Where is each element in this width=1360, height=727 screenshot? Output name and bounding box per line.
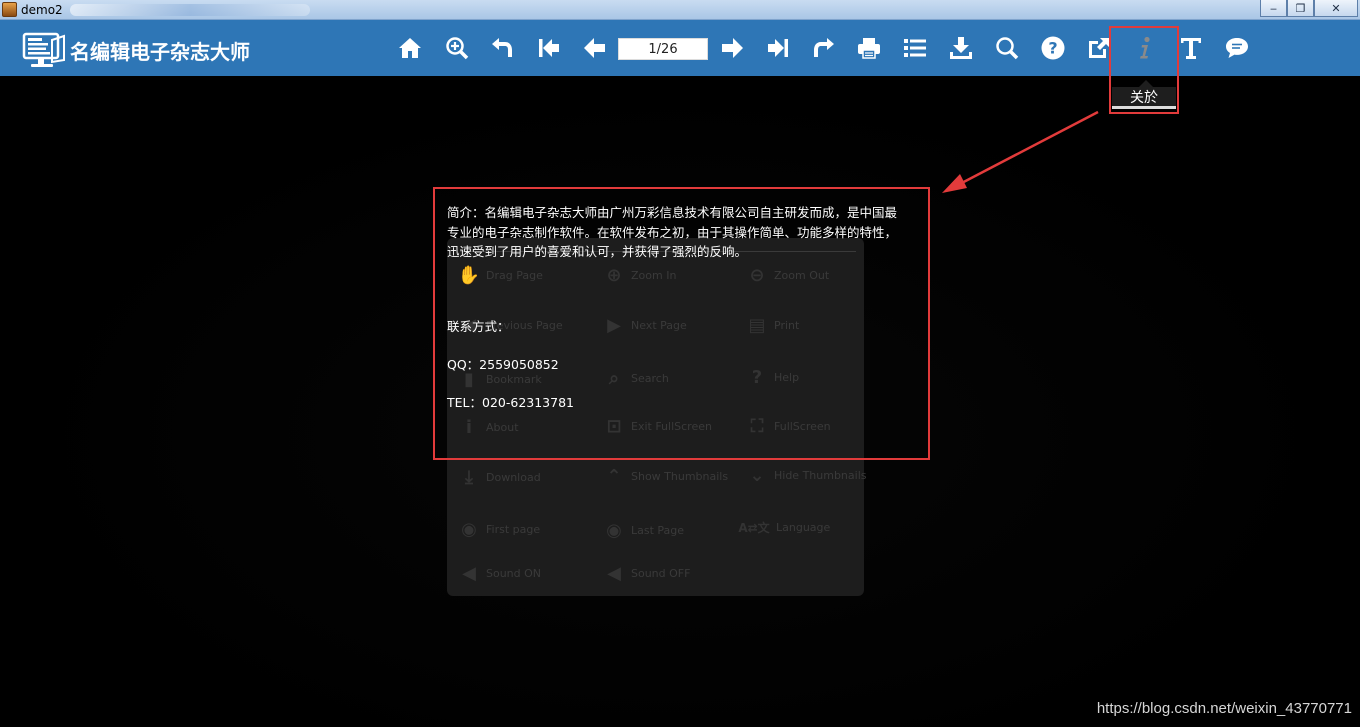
watermark: https://blog.csdn.net/weixin_43770771	[1096, 700, 1352, 717]
comment-icon	[1226, 38, 1248, 58]
help-item-hide-thumbnails: ⌄ Hide Thumbnails	[746, 464, 866, 486]
help-button[interactable]: ?	[1037, 32, 1069, 64]
next-page-button[interactable]	[716, 32, 748, 64]
comment-button[interactable]	[1221, 32, 1253, 64]
undo-button[interactable]	[487, 32, 519, 64]
about-qq: QQ：2559050852	[447, 357, 559, 372]
zoom-in-button[interactable]	[441, 32, 473, 64]
search-icon	[996, 37, 1019, 60]
minimize-button[interactable]: ‒	[1260, 0, 1287, 17]
share-icon	[814, 38, 834, 57]
undo-icon	[492, 38, 512, 57]
arrow-left-icon	[584, 38, 605, 58]
app-icon	[2, 2, 17, 17]
help-item-show-thumbnails: ⌃ Show Thumbnails	[603, 465, 728, 487]
help-item-last-page: ◉ Last Page	[603, 519, 684, 541]
monitor-logo-icon	[22, 32, 68, 72]
download-icon: ⤓	[465, 466, 473, 488]
logo-text: 名编辑电子杂志大师	[70, 40, 250, 64]
help-item-first-page: ◉ First page	[458, 518, 540, 540]
annotation-arrow-icon	[942, 110, 1099, 193]
help-icon: ?	[1041, 36, 1065, 60]
window-title: demo2	[21, 3, 63, 17]
last-page-icon: ◉	[606, 519, 622, 541]
list-icon	[904, 39, 926, 57]
search-button[interactable]	[991, 32, 1023, 64]
about-tel: TEL：020-62313781	[447, 395, 574, 410]
page-number-input[interactable]	[618, 38, 708, 60]
logo: 名编辑电子杂志大师	[22, 32, 250, 72]
arrow-right-icon	[722, 38, 743, 58]
restore-button[interactable]: ❐	[1287, 0, 1314, 17]
language-icon: A⇄文	[738, 520, 770, 535]
title-bar: demo2 ‒ ❐ ✕	[0, 0, 1360, 20]
help-item-sound-off: ◀ Sound OFF	[603, 562, 690, 584]
print-button[interactable]	[853, 32, 885, 64]
download-button[interactable]	[945, 32, 977, 64]
first-page-button[interactable]	[533, 32, 565, 64]
about-intro-text: 简介：名编辑电子杂志大师由广州万彩信息技术有限公司自主研发而成，是中国最专业的电…	[447, 205, 898, 259]
chevron-down-icon: ⌄	[749, 464, 765, 486]
last-page-button[interactable]	[762, 32, 794, 64]
close-button[interactable]: ✕	[1314, 0, 1358, 17]
speaker-on-icon: ◀	[462, 562, 476, 584]
speaker-off-icon: ◀	[607, 562, 621, 584]
last-page-icon	[768, 39, 788, 57]
text-button[interactable]	[1175, 32, 1207, 64]
list-button[interactable]	[899, 32, 931, 64]
blurred-title-area	[70, 4, 310, 16]
share-button[interactable]	[807, 32, 839, 64]
app-window: demo2 ‒ ❐ ✕ 名编辑电子杂志大师 1/26 ? 关於 ✋ Drag P…	[0, 0, 1360, 727]
window-controls: ‒ ❐ ✕	[1260, 0, 1358, 17]
help-item-download: ⤓ Download	[458, 466, 541, 488]
download-icon	[950, 37, 972, 59]
zoom-in-icon	[446, 37, 469, 60]
text-icon	[1181, 38, 1201, 59]
first-page-icon	[539, 39, 559, 57]
about-contact-label: 联系方式：	[447, 319, 510, 334]
previous-page-button[interactable]	[579, 32, 611, 64]
help-item-sound-on: ◀ Sound ON	[458, 562, 541, 584]
help-item-language: A⇄文 Language	[738, 516, 830, 538]
print-icon	[858, 38, 880, 59]
home-button[interactable]	[394, 32, 426, 64]
chevron-up-icon: ⌃	[606, 465, 622, 487]
first-page-icon: ◉	[461, 518, 477, 540]
home-icon	[399, 38, 421, 58]
svg-text:?: ?	[1048, 39, 1057, 58]
